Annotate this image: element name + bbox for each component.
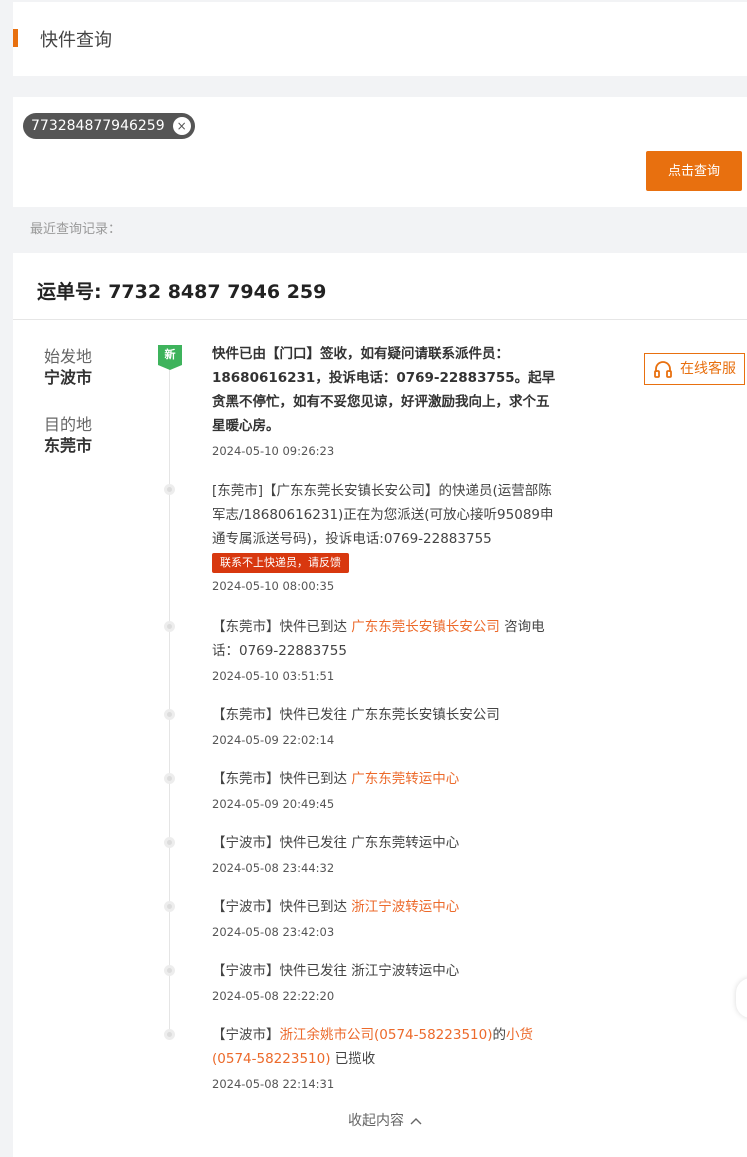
search-panel: 773284877946259 × 点击查询: [13, 97, 747, 207]
timeline-event: [东莞市]【广东东莞长安镇长安公司】的快递员(运营部陈军志/1868061623…: [212, 479, 557, 593]
timeline-event: 【宁波市】浙江余姚市公司(0574-58223510)的小货(0574-5822…: [212, 1023, 557, 1091]
timeline-dot: [164, 1029, 175, 1040]
waybill-number: 运单号: 7732 8487 7946 259: [37, 281, 327, 303]
divider: [13, 319, 747, 320]
collapse-toggle[interactable]: 收起内容: [348, 1110, 422, 1130]
tracking-result-card: 运单号: 7732 8487 7946 259 始发地 宁波市 目的地 东莞市 …: [13, 253, 747, 1157]
tracking-number-chip[interactable]: 773284877946259 ×: [23, 113, 195, 139]
event-time: 2024-05-10 09:26:23: [212, 444, 335, 458]
timeline-dot: [164, 621, 175, 632]
event-time: 2024-05-09 20:49:45: [212, 797, 335, 811]
timeline-dot: [164, 484, 175, 495]
collapse-label: 收起内容: [348, 1113, 404, 1129]
timeline-dot: [164, 901, 175, 912]
destination-value: 东莞市: [44, 436, 93, 455]
event-time: 2024-05-10 03:51:51: [212, 669, 335, 683]
event-time: 2024-05-10 08:00:35: [212, 579, 335, 593]
branch-link[interactable]: 浙江宁波转运中心: [351, 899, 459, 915]
event-time: 2024-05-08 23:42:03: [212, 925, 335, 939]
event-text: 【东莞市】快件已发往 广东东莞长安镇长安公司: [212, 707, 500, 723]
event-text: 【东莞市】快件已到达 广东东莞长安镇长安公司 咨询电话：0769-2288375…: [212, 619, 545, 659]
new-badge: 新: [158, 345, 182, 370]
event-text: 【东莞市】快件已到达 广东东莞转运中心: [212, 771, 460, 787]
courier-feedback-button[interactable]: 联系不上快递员，请反馈: [212, 553, 349, 573]
timeline-event: 【宁波市】快件已发往 广东东莞转运中心 2024-05-08 23:44:32: [212, 831, 557, 875]
event-time: 2024-05-08 22:14:31: [212, 1077, 335, 1091]
timeline-event: 【宁波市】快件已到达 浙江宁波转运中心 2024-05-08 23:42:03: [212, 895, 557, 939]
event-text: 【宁波市】快件已发往 广东东莞转运中心: [212, 835, 460, 851]
branch-link[interactable]: 广东东莞转运中心: [351, 771, 459, 787]
timeline-dot: [164, 965, 175, 976]
online-service-button[interactable]: 在线客服: [644, 353, 745, 385]
event-text: [东莞市]【广东东莞长安镇长安公司】的快递员(运营部陈军志/1868061623…: [212, 483, 554, 547]
branch-link[interactable]: 浙江余姚市公司(0574-58223510): [280, 1027, 493, 1043]
timeline-event: 快件已由【门口】签收，如有疑问请联系派件员：18680616231，投诉电话：0…: [212, 342, 557, 458]
origin-value: 宁波市: [44, 368, 93, 387]
title-accent-bar: [13, 29, 18, 47]
close-icon[interactable]: ×: [172, 117, 191, 135]
timeline-event: 【宁波市】快件已发往 浙江宁波转运中心 2024-05-08 22:22:20: [212, 959, 557, 1003]
timeline-event: 【东莞市】快件已发往 广东东莞长安镇长安公司 2024-05-09 22:02:…: [212, 703, 557, 747]
chevron-up-icon: [410, 1118, 422, 1125]
page-header: 快件查询: [13, 2, 747, 76]
timeline-event: 【东莞市】快件已到达 广东东莞长安镇长安公司 咨询电话：0769-2288375…: [212, 615, 557, 683]
event-text: 快件已由【门口】签收，如有疑问请联系派件员：18680616231，投诉电话：0…: [212, 346, 556, 434]
timeline-dot: [164, 837, 175, 848]
timeline-event: 【东莞市】快件已到达 广东东莞转运中心 2024-05-09 20:49:45: [212, 767, 557, 811]
event-time: 2024-05-08 22:22:20: [212, 989, 335, 1003]
event-time: 2024-05-08 23:44:32: [212, 861, 335, 875]
event-time: 2024-05-09 22:02:14: [212, 733, 335, 747]
tracking-number-text: 773284877946259: [31, 118, 165, 134]
timeline-dot: [164, 709, 175, 720]
recent-queries-label: 最近查询记录：: [30, 222, 122, 237]
timeline-dot: [164, 773, 175, 784]
event-text: 【宁波市】浙江余姚市公司(0574-58223510)的小货(0574-5822…: [212, 1027, 533, 1067]
event-text: 【宁波市】快件已发往 浙江宁波转运中心: [212, 963, 460, 979]
headset-icon: [654, 361, 672, 378]
online-service-label: 在线客服: [680, 361, 736, 377]
timeline-line: [169, 356, 170, 1036]
page-title: 快件查询: [40, 30, 112, 51]
event-text: 【宁波市】快件已到达 浙江宁波转运中心: [212, 899, 460, 915]
branch-link[interactable]: 广东东莞长安镇长安公司: [351, 619, 500, 635]
query-button[interactable]: 点击查询: [646, 151, 742, 191]
